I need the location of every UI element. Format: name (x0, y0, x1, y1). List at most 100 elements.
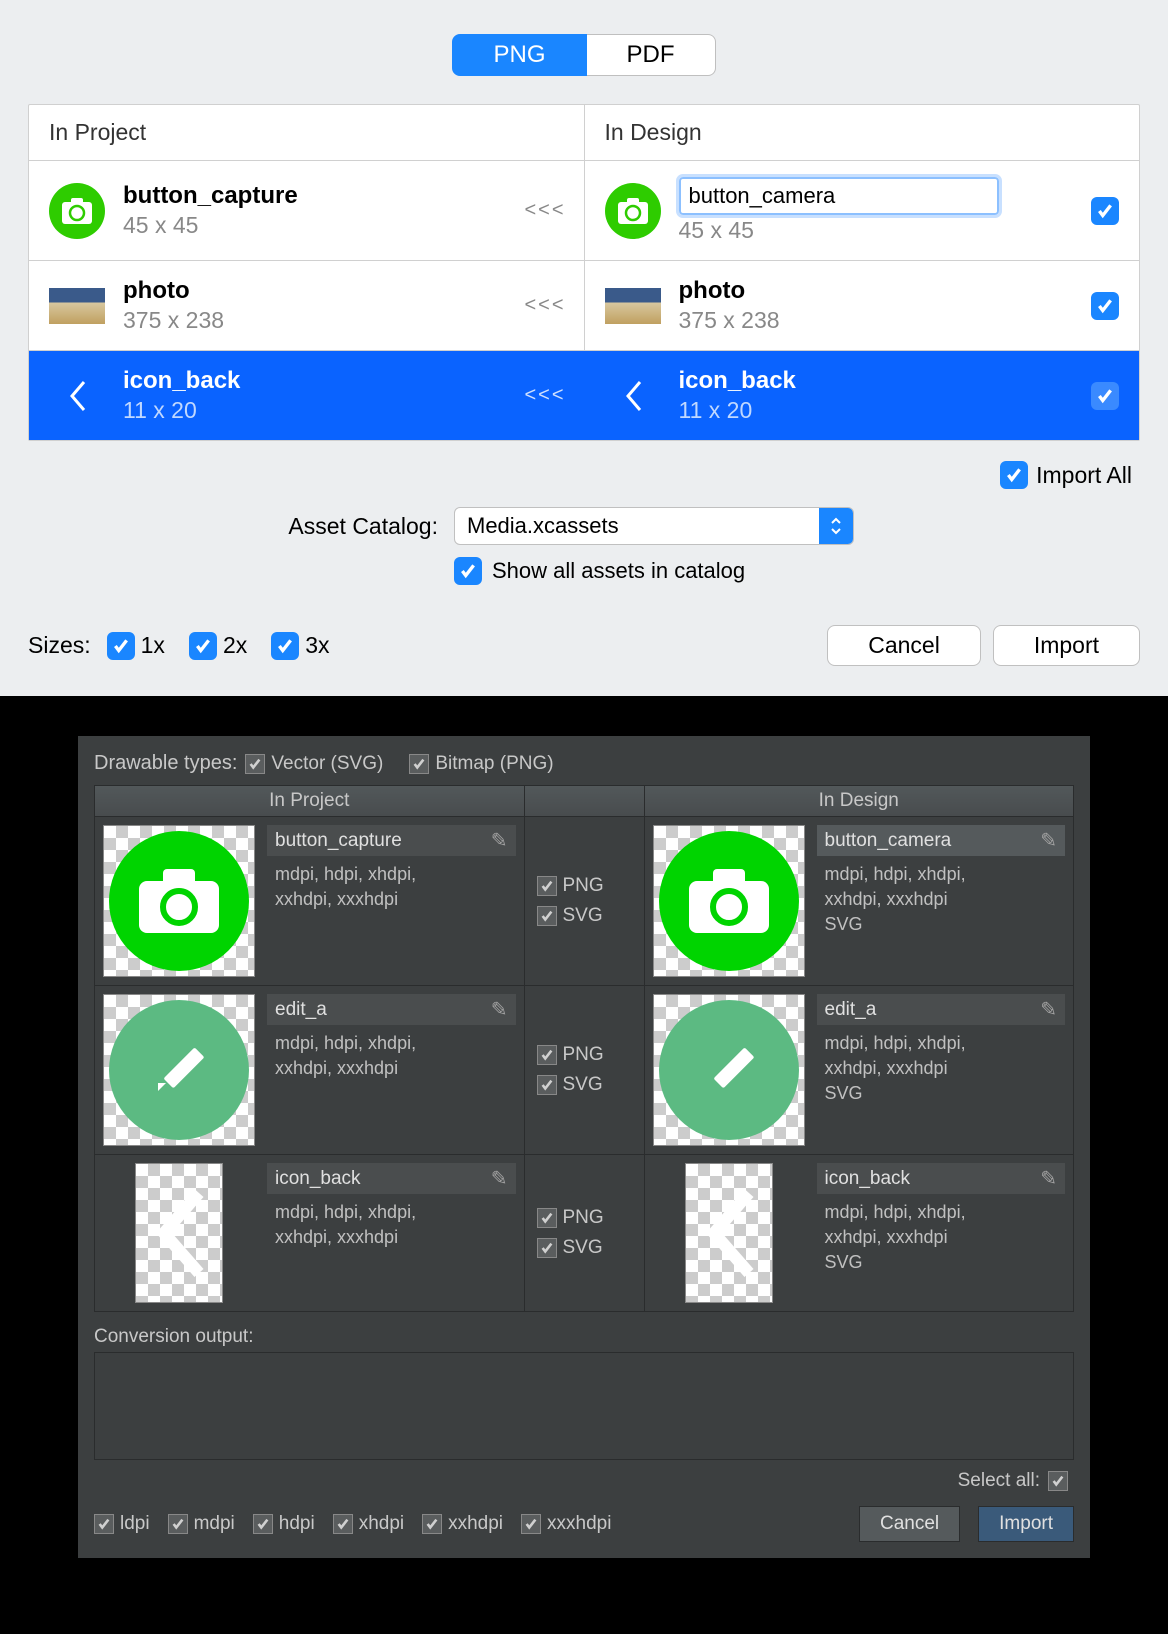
pencil-icon[interactable]: ✎ (491, 997, 508, 1022)
row-png-checkbox[interactable] (537, 1045, 557, 1065)
drawable-row[interactable]: icon_back✎ mdpi, hdpi, xhdpi, xxhdpi, xx… (95, 1155, 1073, 1311)
asset-catalog-value: Media.xcassets (455, 513, 819, 539)
cancel-button[interactable]: Cancel (859, 1506, 960, 1542)
camera-icon (103, 825, 255, 977)
asset-dimensions: 375 x 238 (679, 307, 780, 334)
drawable-densities: mdpi, hdpi, xhdpi, (267, 1200, 516, 1225)
import-button[interactable]: Import (978, 1506, 1074, 1542)
drawable-name: edit_a (825, 999, 1041, 1021)
chevron-left-icon (49, 368, 105, 424)
row-svg-checkbox[interactable] (537, 1075, 557, 1095)
chevron-down-icon (819, 508, 853, 544)
drawable-densities: xxhdpi, xxxhdpi (267, 1225, 516, 1250)
sync-arrows-icon: <<< (524, 199, 565, 222)
drawable-table: In Project In Design button_capture✎ mdp… (94, 785, 1074, 1312)
drawable-densities: mdpi, hdpi, xhdpi, (817, 1031, 1066, 1056)
conversion-output-label: Conversion output: (94, 1326, 1074, 1348)
asset-row-selected[interactable]: icon_back 11 x 20 <<< icon_back 11 x 20 (29, 351, 1139, 440)
asset-dimensions: 11 x 20 (679, 397, 796, 424)
drawable-row[interactable]: edit_a✎ mdpi, hdpi, xhdpi, xxhdpi, xxxhd… (95, 986, 1073, 1155)
drawable-name: button_capture (275, 830, 491, 852)
camera-icon (49, 183, 105, 239)
asset-row[interactable]: button_capture 45 x 45 <<< 45 x 45 (29, 161, 1139, 261)
xxhdpi-label: xxhdpi (448, 1513, 503, 1535)
hdpi-checkbox[interactable] (253, 1514, 273, 1534)
asset-row[interactable]: photo 375 x 238 <<< photo 375 x 238 (29, 261, 1139, 351)
size-2x-checkbox[interactable] (189, 632, 217, 660)
vector-label: Vector (SVG) (271, 753, 383, 775)
photo-thumbnail-icon (605, 288, 661, 324)
ldpi-checkbox[interactable] (94, 1514, 114, 1534)
import-button[interactable]: Import (993, 625, 1140, 666)
size-2x-label: 2x (223, 632, 247, 659)
photo-thumbnail-icon (49, 288, 105, 324)
asset-name-input[interactable] (679, 177, 999, 215)
row-import-checkbox[interactable] (1091, 382, 1119, 410)
pencil-icon[interactable]: ✎ (1040, 828, 1057, 853)
asset-name: icon_back (123, 367, 240, 395)
tab-pdf[interactable]: PDF (587, 34, 716, 76)
asset-dimensions: 375 x 238 (123, 307, 224, 334)
asset-name: photo (679, 277, 780, 305)
asset-catalog-select[interactable]: Media.xcassets (454, 507, 854, 545)
import-all-checkbox[interactable] (1000, 461, 1028, 489)
xxxhdpi-label: xxxhdpi (547, 1513, 611, 1535)
pencil-icon[interactable]: ✎ (1040, 997, 1057, 1022)
drawable-format: SVG (817, 912, 1066, 937)
cancel-button[interactable]: Cancel (827, 625, 981, 666)
pencil-icon (103, 994, 255, 1146)
xxxhdpi-checkbox[interactable] (521, 1514, 541, 1534)
select-all-checkbox[interactable] (1048, 1471, 1068, 1491)
row-svg-checkbox[interactable] (537, 1238, 557, 1258)
back-icon (135, 1163, 223, 1303)
show-all-label: Show all assets in catalog (492, 558, 745, 584)
size-3x-checkbox[interactable] (271, 632, 299, 660)
drawable-row[interactable]: button_capture✎ mdpi, hdpi, xhdpi, xxhdp… (95, 817, 1073, 986)
svg-label: SVG (563, 1074, 603, 1096)
pencil-icon (653, 994, 805, 1146)
sync-arrows-icon: <<< (524, 384, 565, 407)
asset-name: button_capture (123, 182, 298, 210)
row-svg-checkbox[interactable] (537, 906, 557, 926)
bitmap-label: Bitmap (PNG) (435, 753, 553, 775)
asset-dimensions: 45 x 45 (679, 217, 999, 244)
pencil-icon[interactable]: ✎ (491, 1166, 508, 1191)
drawable-densities: xxhdpi, xxxhdpi (817, 1056, 1066, 1081)
drawable-densities: mdpi, hdpi, xhdpi, (817, 1200, 1066, 1225)
row-import-checkbox[interactable] (1091, 197, 1119, 225)
size-1x-checkbox[interactable] (107, 632, 135, 660)
bitmap-checkbox[interactable] (409, 754, 429, 774)
header-in-design: In Design (645, 786, 1074, 816)
pencil-icon[interactable]: ✎ (491, 828, 508, 853)
drawable-name: icon_back (275, 1168, 491, 1190)
asset-name: icon_back (679, 367, 796, 395)
drawable-name: edit_a (275, 999, 491, 1021)
drawable-types-label: Drawable types: (94, 752, 237, 775)
asset-dimensions: 11 x 20 (123, 397, 240, 424)
drawable-format: SVG (817, 1081, 1066, 1106)
xhdpi-label: xhdpi (359, 1513, 404, 1535)
mdpi-checkbox[interactable] (168, 1514, 188, 1534)
drawable-densities: xxhdpi, xxxhdpi (267, 887, 516, 912)
asset-comparison-table: In Project In Design button_capture 45 x… (28, 104, 1140, 441)
png-label: PNG (563, 1044, 604, 1066)
row-png-checkbox[interactable] (537, 1208, 557, 1228)
show-all-checkbox[interactable] (454, 557, 482, 585)
xxhdpi-checkbox[interactable] (422, 1514, 442, 1534)
xhdpi-checkbox[interactable] (333, 1514, 353, 1534)
select-all-label: Select all: (958, 1470, 1040, 1492)
drawable-densities: xxhdpi, xxxhdpi (817, 887, 1066, 912)
tab-png[interactable]: PNG (452, 34, 586, 76)
drawable-densities: mdpi, hdpi, xhdpi, (267, 862, 516, 887)
drawable-densities: xxhdpi, xxxhdpi (817, 1225, 1066, 1250)
pencil-icon[interactable]: ✎ (1040, 1166, 1057, 1191)
row-png-checkbox[interactable] (537, 876, 557, 896)
header-in-project: In Project (29, 105, 585, 161)
svg-label: SVG (563, 1237, 603, 1259)
header-mid (525, 786, 645, 816)
conversion-output-box (94, 1352, 1074, 1460)
vector-checkbox[interactable] (245, 754, 265, 774)
row-import-checkbox[interactable] (1091, 292, 1119, 320)
png-label: PNG (563, 1207, 604, 1229)
header-in-design: In Design (585, 105, 1140, 161)
